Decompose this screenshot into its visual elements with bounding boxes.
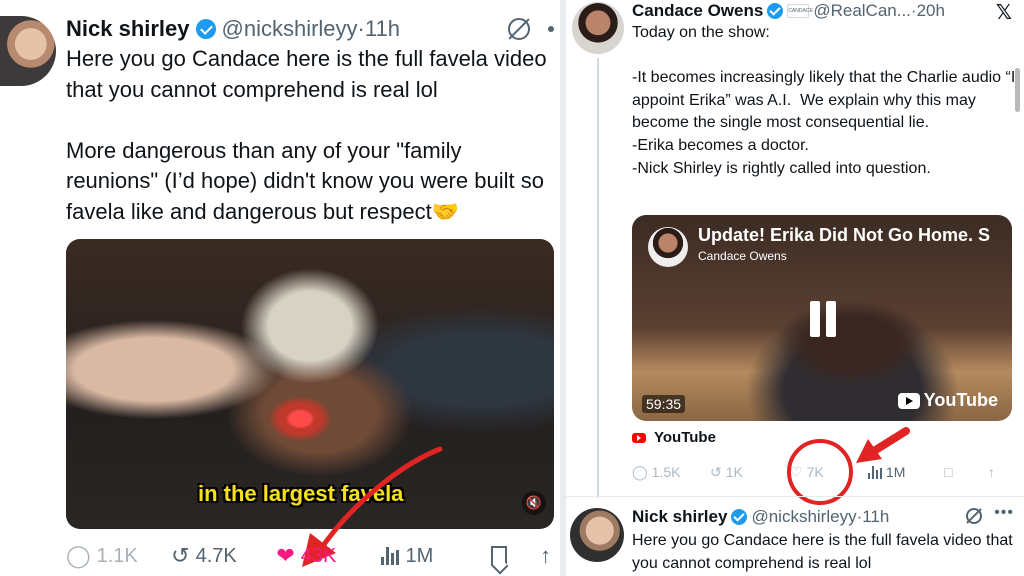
youtube-wordmark: YouTube [923, 390, 998, 410]
repost-icon: ↺ [710, 463, 722, 480]
grok-icon[interactable] [966, 508, 982, 524]
left-tweet-panel: Nick shirley @nickshirleyy ·11h Here you… [0, 0, 560, 576]
repost-button[interactable]: ↺ 4.7K [171, 545, 276, 568]
more-icon[interactable]: ••• [994, 504, 1014, 522]
link-source-label: YouTube [654, 429, 716, 446]
bookmark-button[interactable] [490, 546, 541, 566]
repost-count: 4.7K [195, 544, 237, 567]
author-handle[interactable]: @RealCan... [813, 1, 911, 21]
video-duration: 59:35 [642, 395, 686, 413]
author-name[interactable]: Candace Owens [632, 1, 763, 21]
reply-icon: ◯ [66, 543, 91, 568]
verified-badge-icon [767, 3, 784, 19]
video-title[interactable]: Update! Erika Did Not Go Home. S [698, 225, 1008, 246]
more-icon[interactable] [548, 26, 554, 32]
pause-icon[interactable] [808, 301, 838, 337]
bookmark-icon [490, 546, 507, 566]
right-tweet-panel: Candace Owens CANDACE @RealCan... ·20h 𝕏… [566, 0, 1024, 576]
author-name[interactable]: Nick shirley [632, 507, 727, 527]
reply-count: 1.5K [651, 464, 681, 480]
verified-badge-icon [195, 19, 216, 39]
bookmark-icon: □ [944, 464, 953, 480]
mute-icon[interactable]: 🔇 [522, 491, 546, 515]
share-icon: ↑ [540, 543, 552, 568]
share-button[interactable]: ↑ [540, 545, 560, 567]
repost-icon: ↺ [171, 543, 190, 568]
post-time[interactable]: ·11h [857, 507, 890, 527]
heart-filled-icon: ❤ [276, 543, 295, 568]
reply-icon: ◯ [632, 463, 648, 480]
link-source[interactable]: YouTube [632, 429, 716, 446]
youtube-video-card[interactable]: Update! Erika Did Not Go Home. S Candace… [632, 215, 1012, 421]
share-button[interactable]: ↑ [988, 464, 1008, 480]
like-count: 43K [300, 544, 337, 567]
tweet-text: Here you go Candace here is the full fav… [66, 46, 547, 224]
view-count: 1M [405, 544, 434, 567]
youtube-logo[interactable]: YouTube [897, 390, 998, 411]
verified-badge-icon [731, 509, 748, 525]
avatar[interactable] [0, 16, 56, 86]
affiliate-badge[interactable]: CANDACE [787, 4, 813, 18]
annotation-arrow-icon [856, 427, 910, 463]
post-time[interactable]: ·11h [358, 16, 400, 42]
tweet-text: Here you go Candace here is the full fav… [632, 532, 1018, 572]
reply-button[interactable]: ◯ 1.5K [632, 464, 710, 481]
share-icon: ↑ [988, 464, 995, 480]
avatar[interactable] [572, 2, 624, 54]
thread-line [597, 58, 599, 498]
tweet-actions: ◯ 1.1K ↺ 4.7K ❤ 43K 1M ↑ [66, 540, 560, 572]
like-button[interactable]: ❤ 43K [276, 545, 381, 568]
tweet-text: Today on the show: -It becomes increasin… [632, 24, 1016, 177]
author-handle[interactable]: @nickshirleyy [222, 16, 358, 42]
youtube-icon [632, 432, 646, 443]
bookmark-button[interactable]: □ [944, 464, 988, 480]
channel-avatar[interactable] [648, 227, 688, 267]
divider [566, 496, 1024, 497]
repost-button[interactable]: ↺ 1K [710, 464, 790, 481]
post-time[interactable]: ·20h [911, 1, 945, 21]
grok-icon[interactable] [508, 18, 530, 40]
author-handle[interactable]: @nickshirleyy [751, 507, 856, 527]
tweet-header: Nick shirley @nickshirleyy ·11h [66, 14, 550, 44]
reply-button[interactable]: ◯ 1.1K [66, 545, 171, 568]
repost-count: 1K [725, 464, 743, 480]
tweet-header: Candace Owens CANDACE @RealCan... ·20h [632, 0, 1024, 22]
author-name[interactable]: Nick shirley [66, 16, 190, 42]
reply-count: 1.1K [96, 544, 138, 567]
views-icon [381, 547, 400, 565]
video-channel[interactable]: Candace Owens [698, 249, 787, 263]
youtube-play-icon [897, 392, 920, 409]
avatar[interactable] [570, 508, 624, 562]
views-button[interactable]: 1M [381, 545, 490, 568]
